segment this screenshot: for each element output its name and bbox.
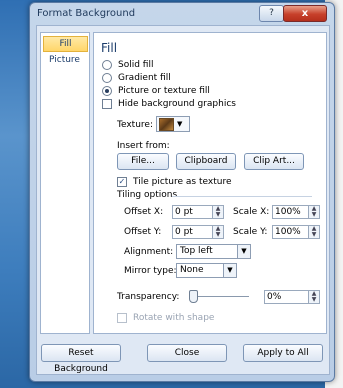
alignment-value: Top left [180, 246, 213, 256]
chevron-down-icon[interactable]: ▼ [223, 264, 236, 277]
tile-picture-option[interactable]: Tile picture as texture [117, 177, 232, 187]
texture-label: Texture: [117, 120, 153, 130]
panel-heading: Fill [101, 41, 118, 55]
help-button[interactable]: ? [259, 5, 284, 22]
nav-item-fill[interactable]: Fill [43, 36, 88, 52]
solid-fill-option[interactable]: Solid fill [102, 60, 153, 70]
option-label: Tile picture as texture [133, 177, 232, 187]
scale-y-label: Scale Y: [233, 227, 268, 237]
insert-from-label: Insert from: [117, 141, 170, 151]
radio-icon[interactable] [102, 86, 112, 96]
checkbox-icon[interactable] [102, 99, 112, 109]
transparency-slider-thumb[interactable] [189, 290, 198, 303]
close-button[interactable]: Close [147, 344, 227, 362]
gradient-fill-option[interactable]: Gradient fill [102, 73, 171, 83]
option-label: Gradient fill [118, 73, 171, 83]
scale-x-label: Scale X: [233, 207, 270, 217]
offset-x-spinner[interactable]: ▲ ▼ [212, 205, 224, 219]
alignment-select[interactable]: Top left ▼ [176, 244, 251, 259]
checkbox-icon[interactable] [117, 313, 127, 323]
dialog-client-area: Fill Picture Fill Solid fill Gradient fi… [36, 25, 330, 375]
checkbox-icon[interactable] [117, 177, 127, 187]
offset-x-label: Offset X: [124, 207, 164, 217]
scale-y-spinner[interactable]: ▲ ▼ [308, 225, 320, 239]
rotate-with-shape-option[interactable]: Rotate with shape [117, 313, 214, 323]
mirror-type-label: Mirror type: [124, 266, 177, 276]
texture-picker[interactable]: ▼ [156, 116, 190, 132]
transparency-spinner[interactable]: ▲ ▼ [308, 290, 320, 304]
mirror-type-value: None [180, 265, 204, 275]
category-nav: Fill Picture [40, 32, 90, 334]
scale-x-spinner[interactable]: ▲ ▼ [308, 205, 320, 219]
hide-background-graphics[interactable]: Hide background graphics [102, 99, 236, 109]
title-bar[interactable]: Format Background ? x [30, 3, 334, 25]
alignment-label: Alignment: [124, 247, 174, 257]
offset-y-spinner[interactable]: ▲ ▼ [212, 225, 224, 239]
dialog-title: Format Background [37, 8, 136, 19]
close-window-button[interactable]: x [283, 5, 327, 22]
chevron-down-icon[interactable]: ▼ [237, 245, 250, 258]
file-button[interactable]: File... [117, 153, 169, 170]
texture-swatch-icon [159, 118, 174, 131]
fill-panel: Fill Solid fill Gradient fill Picture or… [93, 32, 327, 334]
mirror-type-select[interactable]: None ▼ [176, 263, 237, 278]
option-label: Hide background graphics [118, 99, 236, 109]
option-label: Solid fill [118, 60, 154, 70]
transparency-slider-track[interactable] [193, 296, 249, 297]
option-label: Picture or texture fill [118, 86, 210, 96]
picture-fill-option[interactable]: Picture or texture fill [102, 86, 210, 96]
nav-item-picture[interactable]: Picture [43, 53, 86, 67]
format-background-dialog: Format Background ? x Fill Picture Fill … [29, 2, 335, 382]
apply-to-all-button[interactable]: Apply to All [243, 344, 323, 362]
tiling-options-label: Tiling options [117, 190, 178, 200]
transparency-field[interactable]: 0% [264, 290, 312, 304]
offset-y-label: Offset Y: [124, 227, 162, 237]
group-separator [172, 196, 312, 197]
clipboard-button[interactable]: Clipboard [176, 153, 236, 170]
radio-icon[interactable] [102, 73, 112, 83]
transparency-label: Transparency: [117, 292, 180, 302]
option-label: Rotate with shape [133, 313, 215, 323]
radio-icon[interactable] [102, 60, 112, 70]
reset-background-button[interactable]: Reset Background [41, 344, 121, 374]
chevron-down-icon: ▼ [177, 120, 183, 128]
clip-art-button[interactable]: Clip Art... [244, 153, 304, 170]
